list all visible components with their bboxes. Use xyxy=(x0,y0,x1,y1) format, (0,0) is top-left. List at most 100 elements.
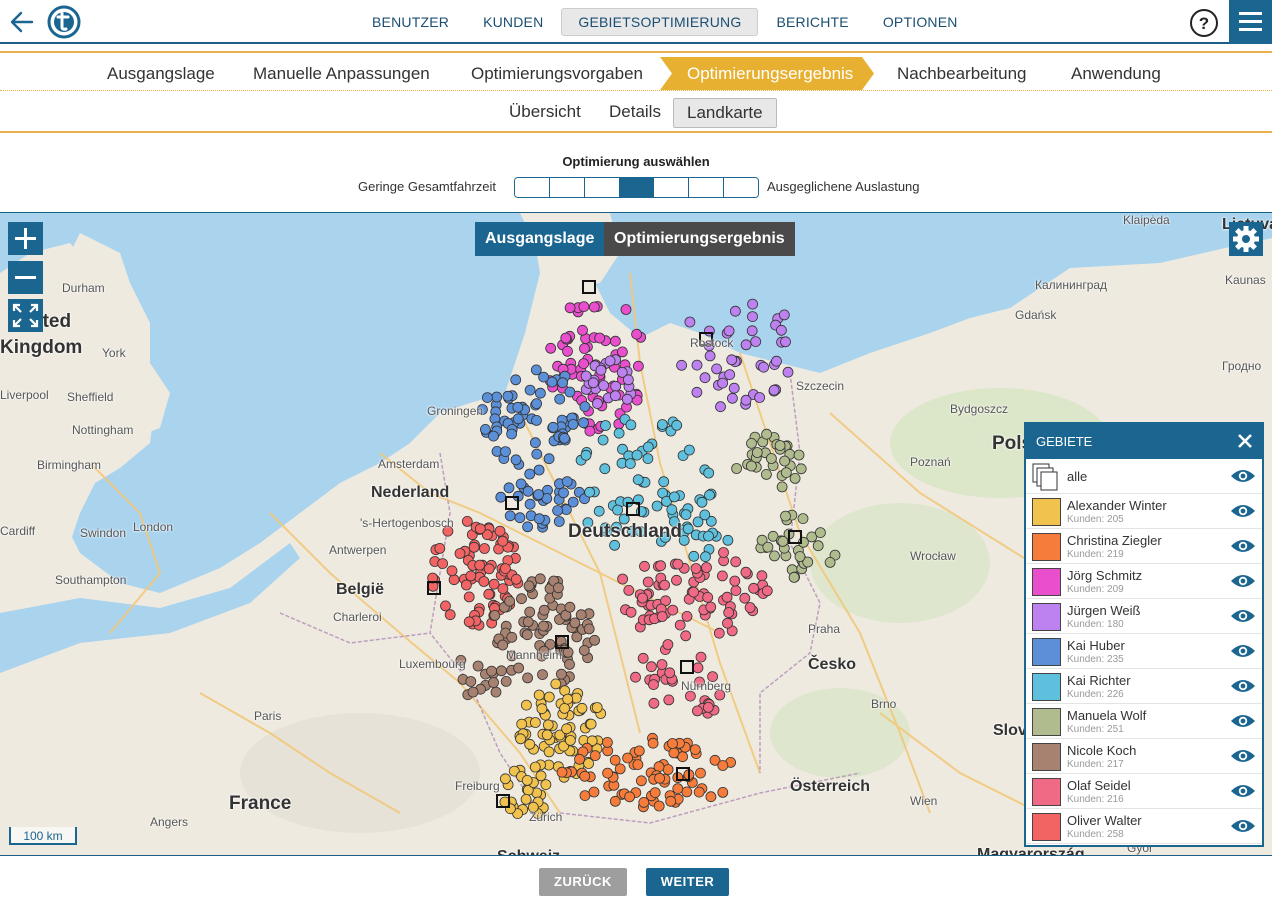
eye-icon[interactable] xyxy=(1230,713,1256,729)
customer-point[interactable] xyxy=(740,394,752,406)
nav-kunden[interactable]: KUNDEN xyxy=(467,8,559,36)
customer-point[interactable] xyxy=(632,759,644,770)
customer-point[interactable] xyxy=(631,328,642,340)
customer-point[interactable] xyxy=(669,491,680,503)
customer-point[interactable] xyxy=(793,449,805,461)
help-icon[interactable]: ? xyxy=(1189,8,1219,38)
customer-point[interactable] xyxy=(647,737,659,749)
customer-point[interactable] xyxy=(589,634,600,646)
customer-point[interactable] xyxy=(665,795,677,807)
customer-point[interactable] xyxy=(510,454,522,466)
customer-point[interactable] xyxy=(722,617,733,629)
customer-point[interactable] xyxy=(556,766,568,778)
customer-point[interactable] xyxy=(580,449,592,461)
territory-row[interactable]: Jürgen Weiß Kunden: 180 xyxy=(1026,599,1262,634)
customer-point[interactable] xyxy=(774,440,786,451)
customer-point[interactable] xyxy=(633,360,644,372)
eye-icon[interactable] xyxy=(1230,503,1256,519)
customer-point[interactable] xyxy=(524,468,536,480)
customer-point[interactable] xyxy=(671,419,683,431)
customer-point[interactable] xyxy=(746,325,758,337)
customer-point[interactable] xyxy=(474,559,486,571)
eye-icon[interactable] xyxy=(1230,643,1256,659)
customer-point[interactable] xyxy=(780,336,791,348)
customer-point[interactable] xyxy=(797,513,809,525)
customer-point[interactable] xyxy=(559,702,570,714)
customer-point[interactable] xyxy=(516,718,528,730)
customer-point[interactable] xyxy=(588,301,600,313)
customer-point[interactable] xyxy=(491,391,503,403)
mode-optimierungsergebnis-button[interactable]: Optimierungsergebnis xyxy=(604,222,795,256)
customer-point[interactable] xyxy=(479,543,490,554)
customer-point[interactable] xyxy=(600,420,611,431)
customer-point[interactable] xyxy=(688,550,700,562)
customer-point[interactable] xyxy=(780,510,791,522)
customer-point[interactable] xyxy=(583,623,595,635)
customer-point[interactable] xyxy=(521,775,533,786)
customer-point[interactable] xyxy=(617,346,628,358)
customer-point[interactable] xyxy=(702,591,714,603)
customer-point[interactable] xyxy=(512,401,524,413)
customer-point[interactable] xyxy=(577,324,588,336)
customer-point[interactable] xyxy=(695,767,706,779)
customer-point[interactable] xyxy=(656,659,668,670)
customer-point[interactable] xyxy=(779,455,790,467)
customer-point[interactable] xyxy=(585,718,597,730)
customer-point[interactable] xyxy=(510,573,522,585)
customer-point[interactable] xyxy=(632,474,644,486)
back-arrow-icon[interactable] xyxy=(8,8,36,36)
customer-point[interactable] xyxy=(503,482,515,494)
customer-point[interactable] xyxy=(624,791,635,803)
customer-point[interactable] xyxy=(506,631,518,643)
customer-point[interactable] xyxy=(558,487,569,499)
selector-segment[interactable] xyxy=(515,178,550,197)
customer-point[interactable] xyxy=(676,359,687,371)
customer-point[interactable] xyxy=(672,783,684,794)
eye-icon[interactable] xyxy=(1230,573,1256,589)
eye-icon[interactable] xyxy=(1230,818,1256,834)
customer-point[interactable] xyxy=(731,463,742,474)
customer-point[interactable] xyxy=(674,619,686,631)
territory-row[interactable]: Olaf Seidel Kunden: 216 xyxy=(1026,774,1262,809)
eye-icon[interactable] xyxy=(1230,678,1256,694)
customer-point[interactable] xyxy=(550,678,562,690)
customer-point[interactable] xyxy=(659,579,670,591)
territory-row[interactable]: Oliver Walter Kunden: 258 xyxy=(1026,809,1262,844)
customer-point[interactable] xyxy=(579,343,590,354)
customer-point[interactable] xyxy=(604,355,616,367)
territory-row[interactable]: Alexander Winter Kunden: 205 xyxy=(1026,494,1262,529)
customer-point[interactable] xyxy=(782,366,794,378)
step-optimierungsvorgaben[interactable]: Optimierungsvorgaben xyxy=(471,57,643,91)
customer-point[interactable] xyxy=(500,675,512,687)
territory-row[interactable]: Manuela Wolf Kunden: 251 xyxy=(1026,704,1262,739)
customer-point[interactable] xyxy=(495,665,507,677)
step-ausgangslage[interactable]: Ausgangslage xyxy=(107,57,215,91)
customer-point[interactable] xyxy=(543,746,555,758)
customer-point[interactable] xyxy=(565,735,576,746)
customer-point[interactable] xyxy=(461,515,473,527)
next-button[interactable]: WEITER xyxy=(646,868,729,896)
customer-point[interactable] xyxy=(711,363,722,375)
customer-point[interactable] xyxy=(522,672,533,684)
customer-point[interactable] xyxy=(559,432,570,444)
customer-point[interactable] xyxy=(717,787,729,798)
customer-point[interactable] xyxy=(740,566,752,578)
customer-point[interactable] xyxy=(448,574,460,586)
customer-point[interactable] xyxy=(646,661,657,673)
customer-point[interactable] xyxy=(625,606,637,618)
hamburger-menu-icon[interactable] xyxy=(1229,0,1272,44)
territory-row-all[interactable]: alle xyxy=(1026,459,1262,494)
nav-berichte[interactable]: BERICHTE xyxy=(760,8,864,36)
customer-point[interactable] xyxy=(794,551,806,562)
customer-point[interactable] xyxy=(637,592,648,604)
customer-point[interactable] xyxy=(662,764,674,775)
customer-point[interactable] xyxy=(499,563,511,575)
customer-point[interactable] xyxy=(524,384,536,396)
zoom-out-icon[interactable] xyxy=(8,261,43,294)
customer-point[interactable] xyxy=(488,677,499,688)
customer-point[interactable] xyxy=(515,733,526,745)
customer-point[interactable] xyxy=(769,550,780,562)
customer-point[interactable] xyxy=(587,377,599,389)
customer-point[interactable] xyxy=(521,699,532,711)
customer-point[interactable] xyxy=(762,541,774,553)
